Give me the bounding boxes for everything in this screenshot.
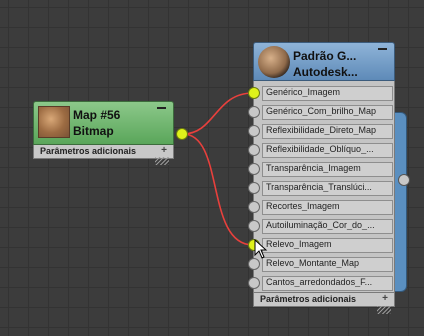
material-slot[interactable]: Genérico_Com_brilho_Map xyxy=(248,103,394,122)
bitmap-node-header[interactable]: Map #56 Bitmap xyxy=(33,101,174,145)
material-slot[interactable]: Reflexibilidade_Oblíquo_... xyxy=(248,141,394,160)
rollout-label: Parâmetros adicionais xyxy=(260,294,357,304)
material-side-panel xyxy=(393,112,407,292)
material-slot[interactable]: Transparência_Imagem xyxy=(248,160,394,179)
bitmap-thumbnail xyxy=(38,106,70,138)
slot-label: Recortes_Imagem xyxy=(266,201,340,211)
material-slot[interactable]: Transparência_Translúci... xyxy=(248,179,394,198)
minimize-icon[interactable] xyxy=(378,48,387,50)
material-node-title: Padrão G... xyxy=(293,49,357,63)
slot-label: Relevo_Imagem xyxy=(266,239,332,249)
slot-input-port[interactable] xyxy=(248,106,260,118)
slot-label: Cantos_arredondados_F... xyxy=(266,277,373,287)
bitmap-node[interactable]: Map #56 Bitmap Parâmetros adicionais + xyxy=(33,101,188,165)
wire-to-generico-imagem xyxy=(182,92,254,135)
material-node-subtitle: Autodesk... xyxy=(293,65,358,79)
slot-label: Genérico_Com_brilho_Map xyxy=(266,106,377,116)
slot-input-port[interactable] xyxy=(248,87,260,99)
slot-label: Relevo_Montante_Map xyxy=(266,258,360,268)
material-node[interactable]: Padrão G... Autodesk... Genérico_Imagem G… xyxy=(248,42,410,318)
material-output-port[interactable] xyxy=(398,174,410,186)
material-slot[interactable]: Autoiluminação_Cor_do_... xyxy=(248,217,394,236)
material-slot[interactable]: Recortes_Imagem xyxy=(248,198,394,217)
minimize-icon[interactable] xyxy=(157,107,166,109)
plus-icon[interactable]: + xyxy=(382,293,388,304)
bitmap-node-subtitle: Bitmap xyxy=(73,124,114,138)
slot-input-port[interactable] xyxy=(248,144,260,156)
resize-grip-icon[interactable] xyxy=(377,306,391,314)
slot-label: Autoiluminação_Cor_do_... xyxy=(266,220,375,230)
material-slot[interactable]: Relevo_Imagem xyxy=(248,236,394,255)
material-slot[interactable]: Relevo_Montante_Map xyxy=(248,255,394,274)
wire-to-relevo-imagem xyxy=(182,133,254,246)
slot-input-port[interactable] xyxy=(248,182,260,194)
bitmap-node-title: Map #56 xyxy=(73,108,121,122)
bitmap-output-port[interactable] xyxy=(176,128,188,140)
slot-label: Transparência_Imagem xyxy=(266,163,361,173)
slot-label: Transparência_Translúci... xyxy=(266,182,372,192)
slot-input-port[interactable] xyxy=(248,163,260,175)
slot-input-port[interactable] xyxy=(248,201,260,213)
mouse-cursor-icon xyxy=(254,239,268,259)
material-sphere-thumbnail xyxy=(258,46,290,78)
material-slot[interactable]: Cantos_arredondados_F... xyxy=(248,274,394,293)
slot-input-port[interactable] xyxy=(248,277,260,289)
resize-grip-icon[interactable] xyxy=(155,157,169,165)
rollout-label: Parâmetros adicionais xyxy=(40,146,137,156)
slot-input-port[interactable] xyxy=(248,258,260,270)
material-node-header[interactable]: Padrão G... Autodesk... xyxy=(253,42,395,81)
material-slot[interactable]: Genérico_Imagem xyxy=(248,84,394,103)
material-slot-list: Genérico_Imagem Genérico_Com_brilho_Map Re… xyxy=(248,81,395,293)
slot-input-port[interactable] xyxy=(248,125,260,137)
slot-label: Reflexibilidade_Direto_Map xyxy=(266,125,377,135)
plus-icon[interactable]: + xyxy=(161,145,167,156)
material-slot[interactable]: Reflexibilidade_Direto_Map xyxy=(248,122,394,141)
slot-input-port[interactable] xyxy=(248,220,260,232)
slot-label: Genérico_Imagem xyxy=(266,87,341,97)
material-rollout-additional-params[interactable]: Parâmetros adicionais + xyxy=(253,293,395,307)
bitmap-rollout-additional-params[interactable]: Parâmetros adicionais + xyxy=(33,145,174,159)
slot-label: Reflexibilidade_Oblíquo_... xyxy=(266,144,374,154)
